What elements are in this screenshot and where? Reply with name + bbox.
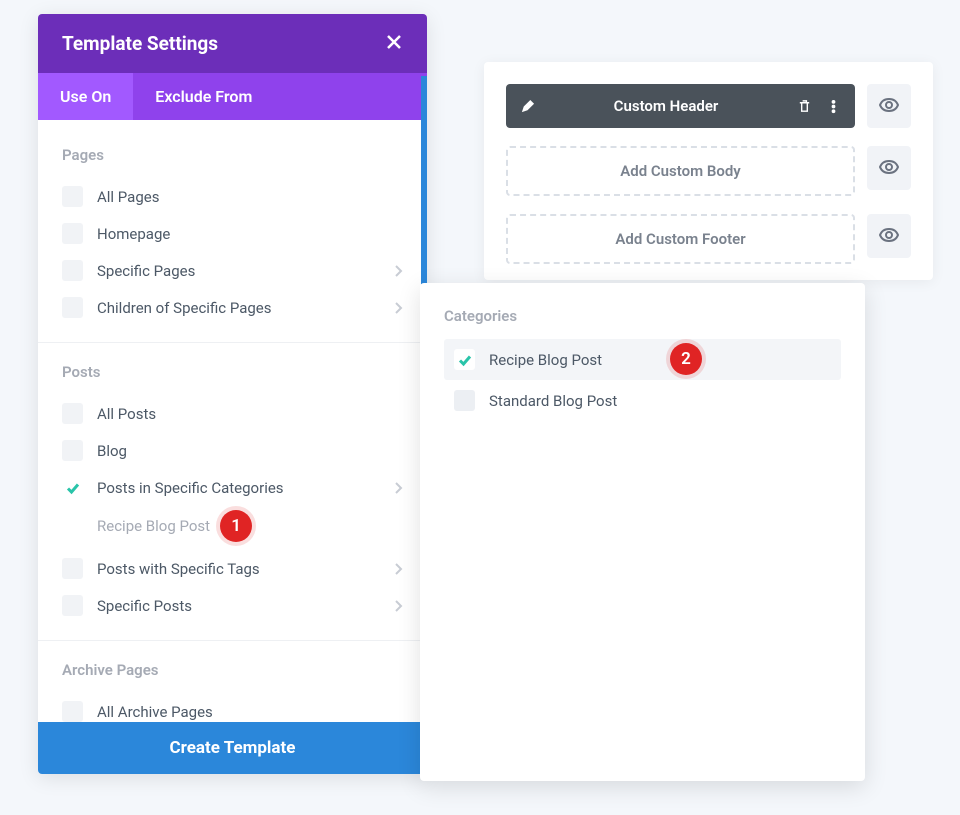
subitem-recipe-blog-post: Recipe Blog Post 1	[97, 510, 403, 542]
section-title-pages: Pages	[62, 146, 403, 164]
item-children-specific-pages[interactable]: Children of Specific Pages	[62, 289, 403, 326]
badge-1: 1	[220, 510, 252, 542]
eye-icon	[879, 159, 899, 178]
checkbox-all-pages[interactable]	[62, 186, 83, 207]
chevron-right-icon[interactable]	[394, 301, 403, 315]
create-template-button[interactable]: Create Template	[38, 722, 427, 774]
checkbox-children-specific[interactable]	[62, 297, 83, 318]
add-custom-body-button[interactable]: Add Custom Body	[506, 146, 855, 196]
eye-icon	[879, 227, 899, 246]
panel-scroll-area: Pages All Pages Homepage Specific Pages …	[38, 120, 427, 722]
subitem-label: Recipe Blog Post	[97, 517, 210, 535]
categories-popover: Categories Recipe Blog Post 2 Standard B…	[420, 283, 865, 781]
close-button[interactable]	[385, 33, 403, 55]
close-icon	[385, 33, 403, 55]
checkbox-specific-posts[interactable]	[62, 595, 83, 616]
label-standard-blog-post: Standard Blog Post	[489, 392, 617, 410]
row-add-footer: Add Custom Footer	[506, 214, 911, 264]
checkbox-posts-with-tags[interactable]	[62, 558, 83, 579]
category-item-standard[interactable]: Standard Blog Post	[444, 380, 841, 421]
section-pages: Pages All Pages Homepage Specific Pages …	[38, 120, 427, 342]
template-preview-area: Custom Header Add Custom Body Add C	[484, 62, 933, 280]
template-settings-panel: Template Settings Use On Exclude From Pa…	[38, 14, 427, 774]
section-archive: Archive Pages All Archive Pages	[38, 640, 427, 722]
checkbox-specific-pages[interactable]	[62, 260, 83, 281]
section-posts: Posts All Posts Blog Posts in Specific C…	[38, 342, 427, 640]
panel-header: Template Settings	[38, 14, 427, 73]
label-posts-with-tags: Posts with Specific Tags	[97, 560, 394, 578]
item-specific-pages[interactable]: Specific Pages	[62, 252, 403, 289]
item-posts-with-tags[interactable]: Posts with Specific Tags	[62, 550, 403, 587]
tab-use-on[interactable]: Use On	[38, 73, 133, 120]
badge-2: 2	[670, 343, 702, 375]
custom-header-bar[interactable]: Custom Header	[506, 84, 855, 128]
checkbox-standard-blog-post[interactable]	[454, 390, 475, 411]
label-posts-in-categories: Posts in Specific Categories	[97, 479, 394, 497]
checkbox-all-archive[interactable]	[62, 701, 83, 722]
item-posts-in-categories[interactable]: Posts in Specific Categories	[62, 469, 403, 506]
checkbox-blog[interactable]	[62, 440, 83, 461]
trash-icon[interactable]	[797, 99, 812, 114]
section-title-archive: Archive Pages	[62, 661, 403, 679]
label-children-specific: Children of Specific Pages	[97, 299, 394, 317]
popover-title: Categories	[444, 307, 841, 325]
eye-icon	[879, 97, 899, 116]
tabs: Use On Exclude From	[38, 73, 427, 120]
checkbox-posts-in-categories[interactable]	[62, 477, 83, 498]
chevron-right-icon[interactable]	[394, 599, 403, 613]
checkbox-all-posts[interactable]	[62, 403, 83, 424]
chevron-right-icon[interactable]	[394, 562, 403, 576]
row-custom-header: Custom Header	[506, 84, 911, 128]
item-blog[interactable]: Blog	[62, 432, 403, 469]
item-all-pages[interactable]: All Pages	[62, 178, 403, 215]
checkbox-recipe-blog-post[interactable]	[454, 349, 475, 370]
dots-vertical-icon[interactable]	[826, 99, 841, 114]
item-all-archive[interactable]: All Archive Pages	[62, 693, 403, 722]
add-custom-footer-button[interactable]: Add Custom Footer	[506, 214, 855, 264]
label-specific-pages: Specific Pages	[97, 262, 394, 280]
label-all-posts: All Posts	[97, 405, 403, 423]
item-homepage[interactable]: Homepage	[62, 215, 403, 252]
panel-title: Template Settings	[62, 32, 218, 55]
custom-header-label: Custom Header	[535, 97, 797, 115]
chevron-right-icon[interactable]	[394, 481, 403, 495]
chevron-right-icon[interactable]	[394, 264, 403, 278]
label-recipe-blog-post: Recipe Blog Post	[489, 351, 602, 369]
label-all-pages: All Pages	[97, 188, 403, 206]
label-homepage: Homepage	[97, 225, 403, 243]
visibility-button-footer[interactable]	[867, 214, 911, 258]
pencil-icon[interactable]	[520, 99, 535, 114]
section-title-posts: Posts	[62, 363, 403, 381]
tab-exclude-from[interactable]: Exclude From	[133, 73, 274, 120]
checkbox-homepage[interactable]	[62, 223, 83, 244]
category-item-recipe[interactable]: Recipe Blog Post 2	[444, 339, 841, 380]
row-add-body: Add Custom Body	[506, 146, 911, 196]
item-all-posts[interactable]: All Posts	[62, 395, 403, 432]
visibility-button-body[interactable]	[867, 146, 911, 190]
visibility-button-header[interactable]	[867, 84, 911, 128]
item-specific-posts[interactable]: Specific Posts	[62, 587, 403, 624]
label-specific-posts: Specific Posts	[97, 597, 394, 615]
label-all-archive: All Archive Pages	[97, 703, 403, 721]
label-blog: Blog	[97, 442, 403, 460]
